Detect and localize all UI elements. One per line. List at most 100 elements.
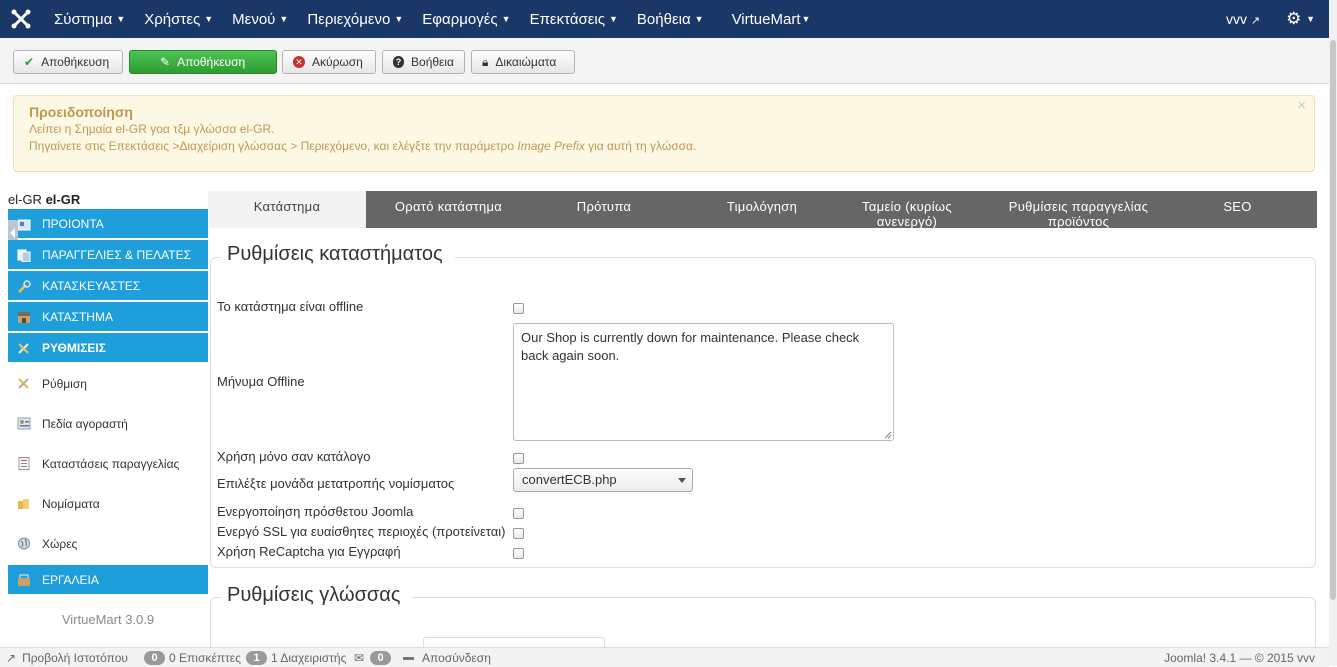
sidebar-item-manufacturers[interactable]: ΚΑΤΑΣΚΕΥΑΣΤΕΣ <box>8 271 208 301</box>
sidebar-item-settings[interactable]: ΡΥΘΜΙΣΕΙΣ <box>8 333 208 363</box>
lang-prefix: el-GR <box>8 192 42 207</box>
catalog-only-label: Χρήση μόνο σαν κατάλογο <box>217 449 371 464</box>
scrollbar-thumb[interactable] <box>1330 40 1336 600</box>
resize-grip-icon[interactable] <box>884 431 892 439</box>
messages-indicator[interactable]: ✉ 0 <box>354 651 395 665</box>
view-site-label: Προβολή Ιστοτόπου <box>22 651 128 665</box>
language-settings-legend: Ρυθμίσεις γλώσσας <box>221 584 413 607</box>
help-button[interactable]: ? Βοήθεια <box>382 50 465 74</box>
tab-label: SEO <box>1223 199 1252 214</box>
tab-label: Ορατό κατάστημα <box>394 199 503 214</box>
save-label: Αποθήκευση <box>41 55 110 69</box>
products-icon <box>17 219 31 231</box>
tab-product-order-settings[interactable]: Ρυθμίσεις παραγγελίας προϊόντος <box>987 191 1170 228</box>
admins-label: 1 Διαχειριστής <box>271 651 347 665</box>
menu-users[interactable]: Χρήστες ▼ <box>144 11 213 28</box>
gear-icon[interactable]: ⚙ ▼ <box>1286 9 1315 29</box>
menu-menus[interactable]: Μενού ▼ <box>232 11 288 28</box>
caret-down-icon: ▼ <box>694 13 704 24</box>
menu-label: VirtueMart <box>731 10 801 28</box>
page-scrollbar[interactable] <box>1329 0 1337 666</box>
sidebar-item-products[interactable]: ΠΡΟΙΟΝΤΑ <box>8 209 208 239</box>
admins-badge: 1 <box>246 651 267 665</box>
menu-extensions[interactable]: Επεκτάσεις ▼ <box>530 11 618 28</box>
warning-alert: Προειδοποίηση Λείπει η Σημαία el-GR γοα … <box>13 95 1315 172</box>
tab-seo[interactable]: SEO <box>1170 191 1305 228</box>
tab-pricing[interactable]: Τιμολόγηση <box>677 191 847 228</box>
user-link[interactable]: vvv ↗ <box>1226 11 1260 27</box>
menu-virtuemart[interactable]: VirtueMart▼ <box>732 11 811 28</box>
permissions-label: Δικαιώματα <box>495 55 557 69</box>
caret-down-icon: ▼ <box>609 13 618 24</box>
tools-icon <box>18 574 30 586</box>
alert-text: Πηγαίνετε στις Επεκτάσεις >Διαχείριση γλ… <box>29 139 518 153</box>
tab-label: Κατάστημα <box>253 199 321 214</box>
caret-down-icon: ▼ <box>801 13 811 24</box>
alert-message-2: Πηγαίνετε στις Επεκτάσεις >Διαχείριση γλ… <box>29 139 696 153</box>
virtuemart-version: VirtueMart 3.0.9 <box>61 612 155 627</box>
logout-label: Αποσύνδεση <box>422 651 491 665</box>
tab-checkout[interactable]: Ταμείο (κυρίως ανενεργό) <box>847 191 967 228</box>
permissions-button[interactable]: 🔒︎ Δικαιώματα <box>471 50 575 74</box>
offline-checkbox[interactable] <box>513 303 524 314</box>
sidebar-item-label: ΚΑΤΑΣΤΗΜΑ <box>42 310 113 324</box>
config-tabs: Κατάστημα Ορατό κατάστημα Πρότυπα Τιμολό… <box>208 191 1317 228</box>
tab-templates[interactable]: Πρότυπα <box>531 191 677 228</box>
menu-content[interactable]: Περιεχόμενο ▼ <box>307 11 403 28</box>
tab-shopfront[interactable]: Ορατό κατάστημα <box>366 191 531 228</box>
offline-message-label: Μήνυμα Offline <box>217 374 305 389</box>
joomla-plugin-checkbox[interactable] <box>513 508 524 519</box>
currency-module-label: Επιλέξτε μονάδα μετατροπής νομίσματος <box>217 476 455 491</box>
sidebar-item-label: ΕΡΓΑΛΕΙΑ <box>42 573 99 587</box>
caret-down-icon: ▼ <box>116 13 126 24</box>
lock-icon: 🔒︎ <box>482 54 489 69</box>
sidebar-item-countries[interactable]: Χώρες <box>8 524 208 564</box>
shop-settings-legend: Ρυθμίσεις καταστήματος <box>221 243 455 266</box>
currency-module-select[interactable]: convertECB.php <box>513 468 693 492</box>
sidebar-item-tools[interactable]: ΕΡΓΑΛΕΙΑ <box>8 565 208 595</box>
question-icon: ? <box>393 56 405 68</box>
sidebar-item-configuration[interactable]: Ρύθμιση <box>8 364 208 404</box>
menu-help[interactable]: Βοήθεια ▼ <box>637 11 704 28</box>
tab-label: Ταμείο (κυρίως ανενεργό) <box>862 199 952 228</box>
save-primary-button[interactable]: ✎ Αποθήκευση <box>129 50 277 74</box>
tab-label: Πρότυπα <box>576 199 632 214</box>
main-menu: Σύστημα ▼ Χρήστες ▼ Μενού ▼ Περιεχόμενο ▼ Εφ… <box>54 0 829 38</box>
menu-system[interactable]: Σύστημα ▼ <box>54 11 125 28</box>
top-navbar: Σύστημα ▼ Χρήστες ▼ Μενού ▼ Περιεχόμενο ▼ Εφ… <box>0 0 1329 38</box>
logout-link[interactable]: Αποσύνδεση <box>403 651 491 665</box>
caret-down-icon: ▼ <box>1306 14 1315 24</box>
sidebar-item-userfields[interactable]: Πεδία αγοραστή <box>8 404 208 444</box>
sidebar-item-orderstatuses[interactable]: Καταστάσεις παραγγελίας <box>8 444 208 484</box>
status-bar: ↗ Προβολή Ιστοτόπου 0 0 Επισκέπτες 1 1 Διαχ… <box>0 647 1329 667</box>
menu-components[interactable]: Εφαρμογές ▼ <box>422 11 510 28</box>
toolbar: ✔ Αποθήκευση ✎ Αποθήκευση ✕ Ακύρωση ? Βοήθει… <box>0 38 1329 84</box>
sidebar-item-orders[interactable]: ΠΑΡΑΓΓΕΛΙΕΣ & ΠΕΛΑΤΕΣ <box>8 240 208 270</box>
catalog-only-checkbox[interactable] <box>513 453 524 464</box>
view-site-link[interactable]: ↗ Προβολή Ιστοτόπου <box>6 651 128 665</box>
cancel-button[interactable]: ✕ Ακύρωση <box>282 50 376 74</box>
sidebar-item-label: Νομίσματα <box>42 497 100 511</box>
save-button[interactable]: ✔ Αποθήκευση <box>13 50 123 74</box>
sidebar-item-currencies[interactable]: Νομίσματα <box>8 484 208 524</box>
orderstatus-icon <box>18 457 30 470</box>
edit-icon: ✎ <box>160 55 171 69</box>
offline-message-textarea[interactable]: Our Shop is currently down for maintenan… <box>513 323 894 441</box>
close-icon[interactable]: × <box>1297 97 1306 114</box>
sidebar-item-label: ΠΡΟΙΟΝΤΑ <box>42 217 104 231</box>
external-link-icon: ↗ <box>6 651 17 665</box>
ssl-checkbox[interactable] <box>513 528 524 539</box>
menu-label: Περιεχόμενο <box>307 10 391 28</box>
admins-indicator: 1 1 Διαχειριστής <box>246 651 346 665</box>
envelope-icon: ✉ <box>354 651 365 665</box>
recaptcha-checkbox[interactable] <box>513 548 524 559</box>
joomla-logo-icon[interactable] <box>10 8 32 30</box>
sidebar-item-shop[interactable]: ΚΑΤΑΣΤΗΜΑ <box>8 302 208 332</box>
tab-shop[interactable]: Κατάστημα <box>208 191 366 228</box>
settings-icon <box>18 343 29 354</box>
cancel-icon: ✕ <box>293 56 305 68</box>
menu-label: Επεκτάσεις <box>529 10 605 28</box>
sidebar-item-label: Πεδία αγοραστή <box>42 417 128 431</box>
userfields-icon <box>17 417 31 430</box>
messages-badge: 0 <box>370 651 392 665</box>
